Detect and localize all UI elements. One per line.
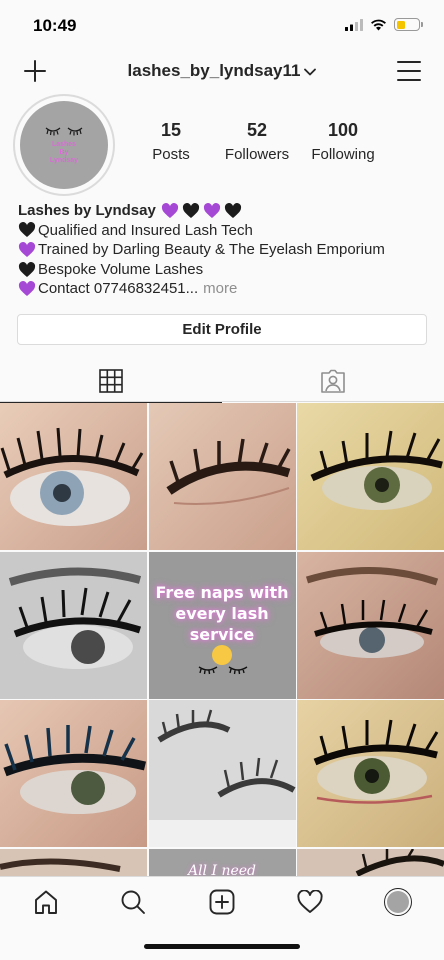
post-thumbnail[interactable] xyxy=(148,403,296,550)
chevron-down-icon xyxy=(304,68,317,75)
lash-eye-photo xyxy=(148,700,296,847)
post-thumbnail[interactable] xyxy=(148,700,296,847)
status-bar: 10:49 xyxy=(0,0,444,50)
profile-avatar-thumb xyxy=(384,888,412,916)
account-switcher[interactable]: lashes_by_lyndsay11 xyxy=(0,61,444,81)
bio-line-text: Trained by Darling Beauty & The Eyelash … xyxy=(38,241,385,259)
stat-posts[interactable]: 15 Posts xyxy=(128,120,214,163)
promo-text: All I need xyxy=(187,862,257,877)
profile-header: lashes_by_lyndsay11 xyxy=(0,52,444,92)
bio-more-link[interactable]: more xyxy=(203,279,237,299)
cellular-signal-icon xyxy=(345,18,363,31)
following-count: 100 xyxy=(327,120,359,140)
profile-bio: Lashes by Lyndsay Qualified and Insured … xyxy=(18,201,428,299)
tab-tagged[interactable] xyxy=(222,360,444,402)
bottom-nav xyxy=(0,876,444,926)
bio-line: Bespoke Volume Lashes xyxy=(18,260,428,280)
grid-icon xyxy=(99,369,123,393)
bio-line: Contact 07746832451... more xyxy=(18,279,428,299)
black-heart-icon xyxy=(224,202,241,218)
wifi-icon xyxy=(371,19,386,30)
nav-profile[interactable] xyxy=(383,887,413,917)
status-time: 10:49 xyxy=(33,16,77,35)
nav-search[interactable] xyxy=(118,887,148,917)
black-heart-icon xyxy=(182,202,199,218)
profile-avatar[interactable]: Lashes By Lyndsay xyxy=(13,94,115,196)
lash-eye-photo xyxy=(297,700,444,847)
bio-line: Trained by Darling Beauty & The Eyelash … xyxy=(18,240,428,260)
stat-followers[interactable]: 52 Followers xyxy=(214,120,300,163)
bio-line-text: Qualified and Insured Lash Tech xyxy=(38,221,253,239)
black-heart-icon xyxy=(18,222,36,238)
avatar-logo-text: Lashes By Lyndsay xyxy=(49,141,79,164)
purple-heart-icon xyxy=(18,242,36,257)
home-icon xyxy=(35,890,57,914)
stat-following[interactable]: 100 Following xyxy=(300,120,386,163)
username-title: lashes_by_lyndsay11 xyxy=(127,61,301,80)
sleeping-face-icon xyxy=(211,644,232,665)
posts-count: 15 xyxy=(160,120,182,140)
activity-heart-icon xyxy=(297,890,323,913)
posts-label: Posts xyxy=(152,146,190,163)
lashes-icon xyxy=(198,665,247,674)
bio-name-line: Lashes by Lyndsay xyxy=(18,201,428,221)
post-promo-all-i-need[interactable]: All I need xyxy=(148,848,296,877)
followers-count: 52 xyxy=(246,120,268,140)
search-icon xyxy=(121,890,145,914)
lash-eye-photo xyxy=(0,700,147,847)
new-post-icon xyxy=(209,889,235,915)
promo-text: Free naps with every lash service xyxy=(155,582,289,644)
lash-eye-photo xyxy=(148,403,296,550)
post-thumbnail[interactable] xyxy=(0,551,147,699)
post-thumbnail[interactable] xyxy=(0,403,147,550)
nav-new-post[interactable] xyxy=(207,887,237,917)
avatar-image: Lashes By Lyndsay xyxy=(20,101,108,189)
menu-icon[interactable] xyxy=(396,59,422,83)
lash-eye-photo xyxy=(297,403,444,550)
edit-profile-button[interactable]: Edit Profile xyxy=(17,314,427,345)
purple-heart-icon xyxy=(203,202,220,218)
black-heart-icon xyxy=(18,261,36,277)
lash-eye-photo xyxy=(0,848,147,876)
display-name: Lashes by Lyndsay xyxy=(18,202,156,219)
purple-heart-icon xyxy=(18,281,36,297)
home-indicator[interactable] xyxy=(144,944,300,949)
posts-grid: Free naps with every lash service All I … xyxy=(0,403,444,876)
profile-tabs xyxy=(0,360,444,403)
bio-line-text: Contact 07746832451... xyxy=(38,280,199,298)
lash-eye-photo xyxy=(297,848,444,876)
followers-label: Followers xyxy=(224,146,290,163)
nav-activity[interactable] xyxy=(295,887,325,917)
profile-stats: 15 Posts 52 Followers 100 Following xyxy=(128,120,388,163)
post-thumbnail[interactable] xyxy=(297,403,444,550)
tagged-person-icon xyxy=(321,369,345,393)
purple-heart-icon xyxy=(161,202,178,218)
tab-grid[interactable] xyxy=(0,360,222,403)
post-thumbnail[interactable] xyxy=(297,700,444,847)
post-thumbnail[interactable] xyxy=(297,551,444,699)
bio-line-text: Bespoke Volume Lashes xyxy=(38,260,204,278)
post-thumbnail[interactable] xyxy=(0,700,147,847)
lash-eye-photo xyxy=(0,551,147,699)
lash-eye-photo xyxy=(297,551,444,699)
battery-icon xyxy=(394,18,423,31)
nav-home[interactable] xyxy=(31,887,61,917)
status-icons xyxy=(345,18,423,31)
lash-eye-photo xyxy=(0,403,147,550)
bio-line: Qualified and Insured Lash Tech xyxy=(18,221,428,241)
lashes-logo-icon xyxy=(45,127,83,136)
following-label: Following xyxy=(311,146,375,163)
post-promo-free-naps[interactable]: Free naps with every lash service xyxy=(148,551,296,699)
post-thumbnail[interactable] xyxy=(0,848,147,876)
post-thumbnail[interactable] xyxy=(297,848,444,876)
